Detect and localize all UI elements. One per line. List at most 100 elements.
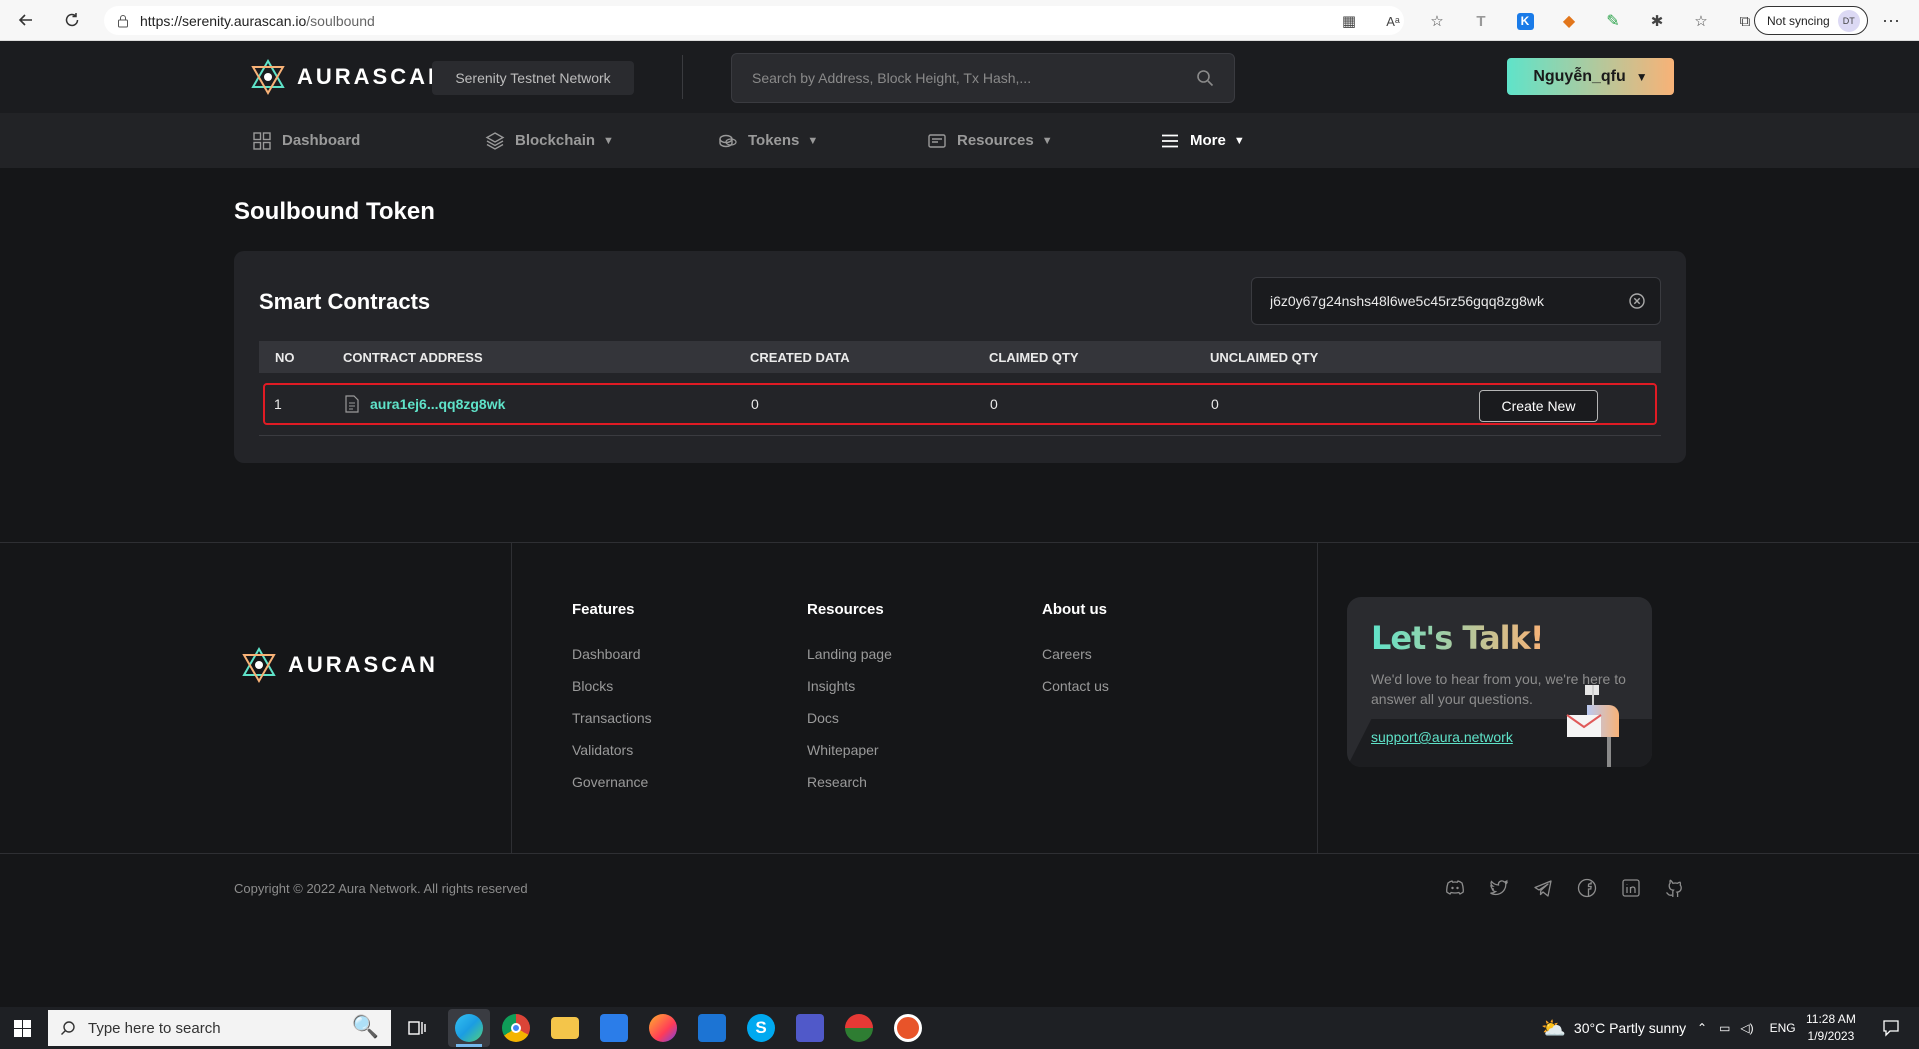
colorful-extension-icon[interactable]: ✎ [1600, 8, 1626, 34]
weather-widget[interactable]: ⛅ 30°C Partly sunny [1541, 1007, 1686, 1049]
footer-link[interactable]: Blocks [572, 678, 652, 710]
footer-divider [1317, 543, 1318, 853]
apps-icon[interactable]: ▦ [1336, 8, 1362, 34]
footer-heading: About us [1042, 601, 1107, 618]
footer-link[interactable]: Landing page [807, 646, 892, 678]
nav-more-label: More [1190, 132, 1226, 149]
sync-status-button[interactable]: Not syncing DT [1754, 6, 1868, 35]
footer-link[interactable]: Research [807, 774, 892, 806]
nav-tokens[interactable]: Tokens ▼ [718, 113, 818, 168]
chrome-taskbar-icon[interactable] [502, 1014, 530, 1042]
footer-logo[interactable]: AURASCAN [240, 646, 438, 684]
extensions-icon[interactable]: ✱ [1644, 8, 1670, 34]
store-taskbar-icon[interactable] [600, 1014, 628, 1042]
clear-icon[interactable] [1628, 292, 1646, 310]
nav-resources[interactable]: Resources ▼ [927, 113, 1053, 168]
favorites-icon[interactable]: ☆ [1688, 8, 1714, 34]
app-taskbar-icon[interactable] [894, 1014, 922, 1042]
discord-icon[interactable] [1444, 877, 1466, 899]
tray-icons[interactable]: ⌃ ▭ ◁) ENG [1697, 1007, 1796, 1049]
copyright-text: Copyright © 2022 Aura Network. All right… [234, 881, 528, 896]
address-bar[interactable]: https://serenity.aurascan.io/soulbound [104, 6, 1404, 35]
linkedin-icon[interactable] [1620, 877, 1642, 899]
user-account-button[interactable]: Nguyễn_qfu ▼ [1507, 58, 1674, 95]
footer-heading: Features [572, 601, 635, 618]
network-badge: Serenity Testnet Network [432, 61, 634, 95]
layers-icon [485, 131, 505, 150]
volume-icon[interactable]: ◁) [1740, 1021, 1753, 1035]
translate-extension-icon[interactable]: T [1468, 8, 1494, 34]
nav-dashboard[interactable]: Dashboard [252, 113, 360, 168]
read-aloud-icon[interactable]: Aᵃ [1380, 8, 1406, 34]
footer-link[interactable]: Transactions [572, 710, 652, 742]
aurascan-logo[interactable]: AURASCAN [249, 58, 447, 96]
footer-link[interactable]: Careers [1042, 646, 1109, 678]
chevron-down-icon: ▼ [807, 134, 819, 147]
footer-divider [511, 543, 512, 853]
footer-link[interactable]: Dashboard [572, 646, 652, 678]
file-explorer-icon[interactable] [551, 1017, 579, 1039]
footer-features: Features Dashboard Blocks Transactions V… [572, 601, 652, 806]
document-icon [344, 385, 360, 423]
footer-heading: Resources [807, 601, 884, 618]
smart-contracts-card: Smart Contracts NO CONTRACT ADDRESS CREA… [234, 251, 1686, 463]
taskbar-search[interactable]: Type here to search 🔍 [48, 1010, 391, 1046]
created-data-value: 0 [751, 396, 759, 412]
teams-taskbar-icon[interactable] [796, 1014, 824, 1042]
taskbar-search-placeholder: Type here to search [88, 1019, 221, 1037]
lets-talk-title: Let's Talk! [1371, 619, 1545, 657]
notification-icon[interactable] [1882, 1019, 1900, 1037]
browser-menu-icon[interactable]: ··· [1882, 10, 1900, 31]
edge-taskbar-icon[interactable] [448, 1009, 490, 1047]
table-row: 1 aura1ej6...qq8zg8wk 0 0 0 Create New [263, 383, 1657, 425]
refresh-icon[interactable] [58, 6, 86, 34]
k-extension-icon[interactable]: K [1512, 8, 1538, 34]
create-new-button[interactable]: Create New [1479, 390, 1598, 422]
footer-about: About us Careers Contact us [1042, 601, 1109, 710]
contract-search[interactable] [1251, 277, 1661, 325]
telegram-icon[interactable] [1532, 877, 1554, 899]
taskbar-clock[interactable]: 11:28 AM 1/9/2023 [1806, 1011, 1856, 1045]
chevron-up-icon[interactable]: ⌃ [1697, 1021, 1707, 1035]
metamask-icon[interactable]: ◆ [1556, 8, 1582, 34]
weather-text: 30°C Partly sunny [1573, 1020, 1687, 1036]
mail-taskbar-icon[interactable] [698, 1014, 726, 1042]
app-taskbar-icon[interactable] [845, 1014, 873, 1042]
footer-link[interactable]: Whitepaper [807, 742, 892, 774]
global-search-input[interactable] [752, 70, 1196, 86]
github-icon[interactable] [1664, 877, 1686, 899]
firefox-taskbar-icon[interactable] [649, 1014, 677, 1042]
windows-start-icon[interactable] [14, 1020, 31, 1037]
nav-blockchain[interactable]: Blockchain ▼ [485, 113, 614, 168]
resources-icon [928, 133, 946, 148]
favorite-icon[interactable]: ☆ [1424, 8, 1450, 34]
language-indicator[interactable]: ENG [1770, 1021, 1796, 1035]
support-email-link[interactable]: support@aura.network [1371, 729, 1513, 745]
row-divider [259, 435, 1661, 436]
twitter-icon[interactable] [1488, 877, 1510, 899]
contract-address-link[interactable]: aura1ej6...qq8zg8wk [370, 385, 505, 423]
table-header: NO CONTRACT ADDRESS CREATED DATA CLAIMED… [259, 341, 1661, 373]
chevron-down-icon: ▼ [1041, 134, 1053, 147]
search-icon[interactable] [1196, 69, 1214, 87]
contract-search-input[interactable] [1270, 293, 1628, 309]
back-icon[interactable] [12, 6, 40, 34]
nav-blockchain-label: Blockchain [515, 132, 596, 149]
skype-taskbar-icon[interactable]: S [747, 1014, 775, 1042]
footer-link[interactable]: Contact us [1042, 678, 1109, 710]
sun-cloud-icon: ⛅ [1541, 1017, 1566, 1040]
chevron-down-icon: ▼ [603, 134, 614, 147]
network-icon[interactable]: ▭ [1719, 1021, 1730, 1035]
footer-link[interactable]: Insights [807, 678, 892, 710]
footer-link[interactable]: Docs [807, 710, 892, 742]
footer-link[interactable]: Validators [572, 742, 652, 774]
nav-more[interactable]: More ▼ [1160, 113, 1245, 168]
unclaimed-qty-value: 0 [1211, 396, 1219, 412]
global-search[interactable] [731, 53, 1235, 103]
facebook-icon[interactable] [1576, 877, 1598, 899]
column-header: NO [275, 349, 295, 365]
app-header: AURASCAN Serenity Testnet Network Nguyễn… [0, 41, 1919, 113]
mailbox-icon [1566, 685, 1619, 767]
footer-link[interactable]: Governance [572, 774, 652, 806]
task-view-icon[interactable] [403, 1014, 431, 1042]
